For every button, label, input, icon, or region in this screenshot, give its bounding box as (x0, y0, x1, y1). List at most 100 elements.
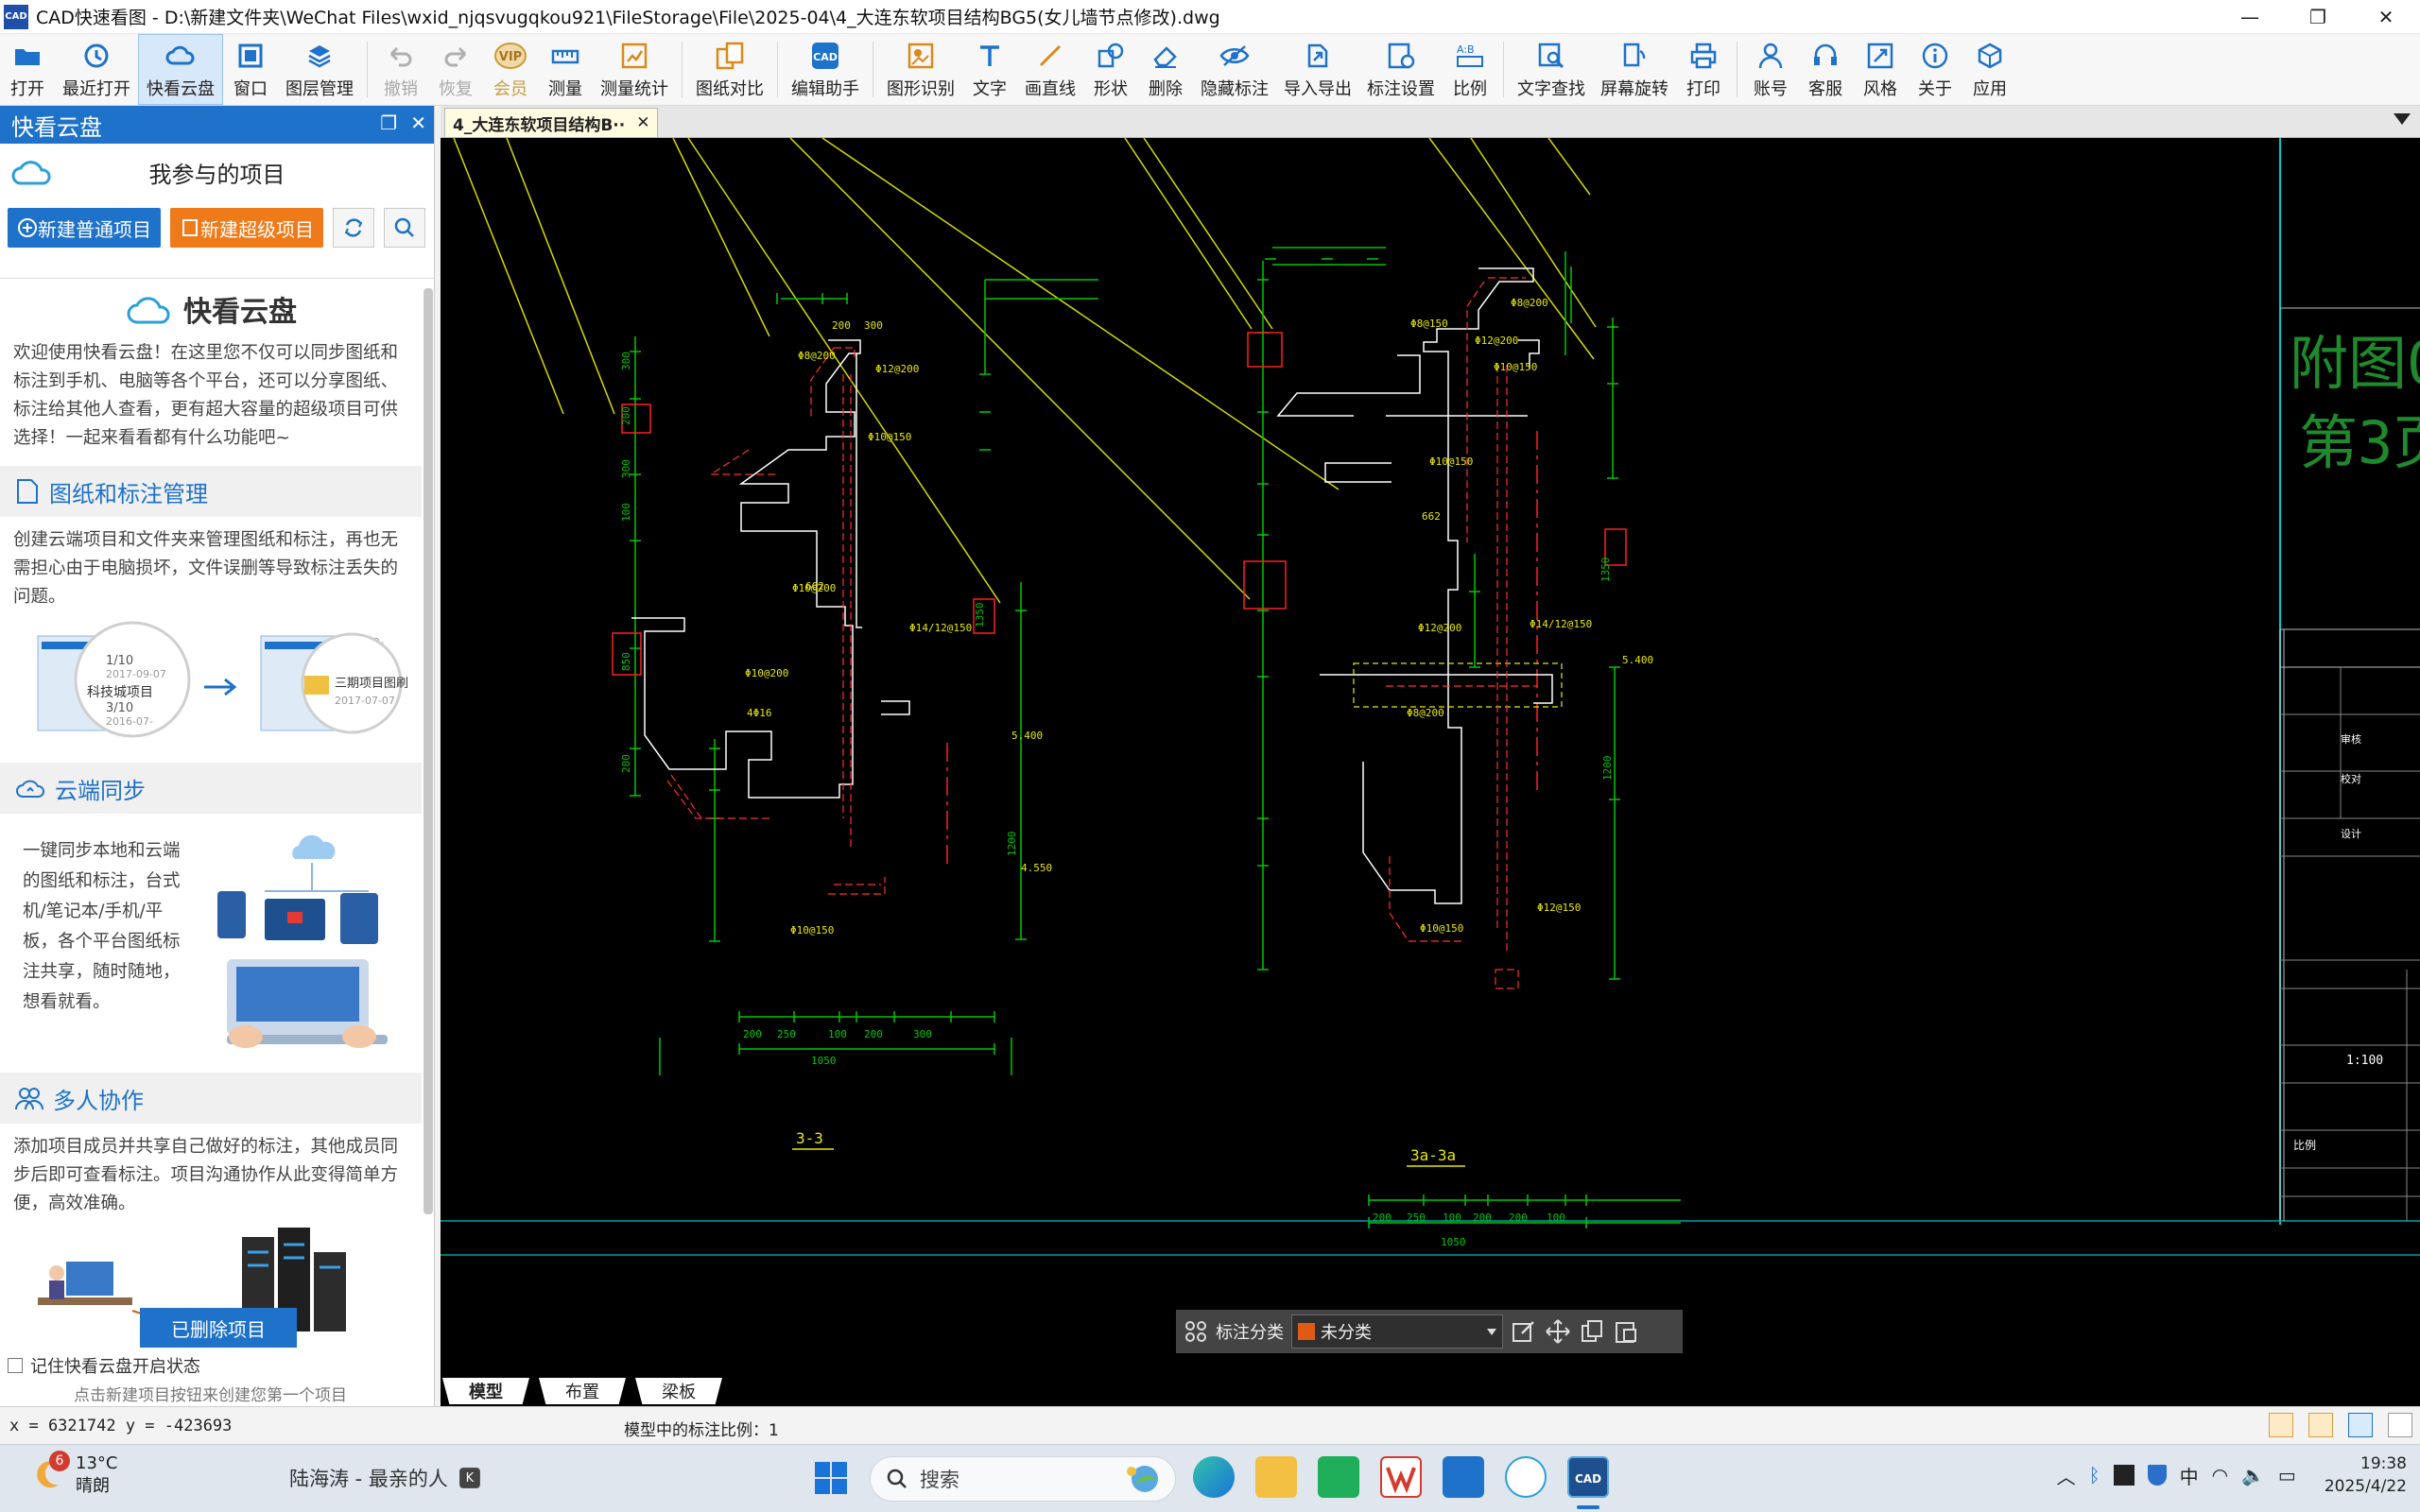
new-normal-project-button[interactable]: 新建普通项目 (8, 208, 161, 248)
close-button[interactable]: ✕ (2352, 0, 2420, 34)
tb-shape-button[interactable]: 形状 (1083, 34, 1138, 105)
document-tab[interactable]: 4_大连东软项目结构B·· ✕ (444, 108, 659, 138)
chevron-up-icon[interactable]: ︿ (2057, 1462, 2076, 1489)
tab-layout[interactable]: 布置 (539, 1378, 626, 1404)
new-super-project-button[interactable]: 新建超级项目 (170, 208, 323, 248)
shape-recognition-icon (905, 40, 937, 72)
move-icon[interactable] (1545, 1318, 1571, 1345)
edit-icon[interactable] (1511, 1318, 1537, 1345)
tb-edit-assistant-button[interactable]: CAD 编辑助手 (784, 34, 867, 105)
file-explorer-icon[interactable] (1255, 1456, 1297, 1498)
tb-delete-button[interactable]: 删除 (1138, 34, 1193, 105)
tb-recent-button[interactable]: 最近打开 (55, 34, 138, 105)
maximize-button[interactable]: ❐ (2284, 0, 2352, 34)
dimension-text: 300 (620, 459, 632, 478)
tb-about-button[interactable]: 关于 (1908, 34, 1962, 105)
copy-icon[interactable] (1579, 1318, 1605, 1345)
drawing-canvas[interactable]: 200 300 Φ8@200 Φ12@200 Φ10@150 Φ14/12@15… (441, 138, 2420, 1378)
taskbar-search[interactable]: 搜索 (870, 1456, 1176, 1502)
edge-icon[interactable] (1193, 1456, 1235, 1498)
section-heading-drawings: 图纸和标注管理 (0, 466, 422, 517)
battery-icon[interactable]: ▭ (2278, 1464, 2296, 1486)
title-block-label: 审核 (2341, 732, 2361, 746)
dingtalk-icon[interactable] (1443, 1456, 1484, 1498)
media-widget[interactable]: 陆海涛 - 最亲的人 K (289, 1464, 480, 1492)
weather-widget[interactable]: 6 13°C 晴朗 (28, 1450, 118, 1498)
tb-print-button[interactable]: 打印 (1676, 34, 1731, 105)
paste-icon[interactable] (1613, 1318, 1639, 1345)
search-button[interactable] (384, 208, 425, 248)
clock[interactable]: 19:38 2025/4/22 (2325, 1452, 2407, 1498)
tb-cloud-button[interactable]: 快看云盘 (138, 34, 223, 105)
tb-layers-button[interactable]: 图层管理 (278, 34, 361, 105)
status-icon-4[interactable] (2388, 1413, 2412, 1437)
rebar-label: Φ12@200 (875, 363, 919, 375)
tb-rotate-screen-button[interactable]: 屏幕旋转 (1593, 34, 1676, 105)
annotation-category-select[interactable]: 未分类 (1291, 1314, 1503, 1349)
tb-label: 屏幕旋转 (1600, 78, 1668, 99)
tb-window-button[interactable]: 窗口 (223, 34, 278, 105)
rebar-label: Φ10@150 (868, 431, 911, 443)
minimize-button[interactable]: — (2216, 0, 2284, 34)
tb-style-button[interactable]: 风格 (1853, 34, 1908, 105)
ime-indicator[interactable]: 中 (2180, 1462, 2199, 1489)
tb-undo-button[interactable]: 撤销 (373, 34, 428, 105)
close-tab-icon[interactable]: ✕ (636, 113, 649, 132)
tb-account-button[interactable]: 账号 (1743, 34, 1798, 105)
status-icon-3[interactable] (2348, 1413, 2373, 1437)
section-text: 添加项目成员并共享自己做好的标注，其他成员同步后即可查看标注。项目沟通协作从此变… (13, 1137, 399, 1213)
tb-text-button[interactable]: 文字 (962, 34, 1017, 105)
tb-line-button[interactable]: 画直线 (1017, 34, 1083, 105)
tb-import-export-button[interactable]: 导入导出 (1276, 34, 1359, 105)
deleted-projects-button[interactable]: 已删除项目 (140, 1308, 297, 1348)
panel-scrollbar[interactable] (424, 288, 433, 1214)
tab-beam-slab[interactable]: 梁板 (635, 1378, 722, 1404)
tb-measure-stats-button[interactable]: 测量统计 (593, 34, 676, 105)
weather-temp: 13°C (76, 1453, 118, 1473)
tab-menu-icon[interactable] (2394, 113, 2411, 125)
grid-icon[interactable] (1184, 1319, 1208, 1344)
tb-text-search-button[interactable]: 文字查找 (1510, 34, 1593, 105)
section-text: 创建云端项目和文件夹来管理图纸和标注，再也无需担心由于电脑损坏，文件误删等导致标… (13, 530, 399, 607)
tb-shape-recognition-button[interactable]: 图形识别 (879, 34, 962, 105)
tab-model[interactable]: 模型 (442, 1378, 529, 1404)
arrow-right-icon (204, 678, 237, 696)
tb-apps-button[interactable]: 应用 (1962, 34, 2017, 105)
tb-hide-annotation-button[interactable]: 隐藏标注 (1193, 34, 1276, 105)
tb-annotation-settings-button[interactable]: 标注设置 (1359, 34, 1443, 105)
weather-desc: 晴朗 (76, 1476, 110, 1496)
remember-state-checkbox[interactable]: 记住快看云盘开启状态 (8, 1353, 200, 1378)
tb-redo-button[interactable]: 恢复 (428, 34, 483, 105)
tb-support-button[interactable]: 客服 (1798, 34, 1853, 105)
bluetooth-icon[interactable]: ᛒ (2089, 1464, 2100, 1486)
tb-compare-button[interactable]: 图纸对比 (688, 34, 771, 105)
taskbar: 6 13°C 晴朗 陆海涛 - 最亲的人 K 搜索 CAD ︿ ᛒ 中 ◠ 🔈 … (0, 1444, 2420, 1512)
checkbox-box[interactable] (8, 1358, 23, 1373)
cad-viewer-taskbar-icon[interactable]: CAD (1567, 1456, 1609, 1498)
sync-button[interactable] (333, 208, 374, 248)
tb-measure-button[interactable]: 测量 (538, 34, 593, 105)
store-icon[interactable] (1318, 1456, 1359, 1498)
restore-panel-icon[interactable]: ❐ (380, 112, 397, 134)
dimension-text: 200 (620, 754, 632, 773)
status-icon-1[interactable] (2269, 1413, 2293, 1437)
nvidia-icon[interactable] (2113, 1465, 2135, 1486)
windows-start-icon[interactable] (813, 1460, 849, 1496)
intro-scroll-area[interactable]: 快看云盘 欢迎使用快看云盘！在这里您不仅可以同步图纸和标注到手机、电脑等各个平台… (0, 278, 435, 1404)
wps-icon[interactable] (1380, 1456, 1422, 1498)
tb-open-button[interactable]: 打开 (0, 34, 55, 105)
now-playing: 陆海涛 - 最亲的人 (289, 1468, 448, 1490)
tb-scale-button[interactable]: A:B 比例 (1443, 34, 1497, 105)
rebar-label: Φ12@200 (1475, 335, 1518, 347)
wifi-icon[interactable]: ◠ (2212, 1464, 2228, 1486)
volume-icon[interactable]: 🔈 (2241, 1464, 2265, 1486)
category-color-swatch (1298, 1323, 1315, 1340)
status-icon-2[interactable] (2308, 1413, 2333, 1437)
security-icon[interactable] (2147, 1465, 2167, 1486)
close-panel-icon[interactable]: ✕ (410, 112, 426, 134)
dimension-text: 662 (805, 580, 824, 593)
tb-vip-button[interactable]: VIP 会员 (483, 34, 538, 105)
drawings-illustration: 1/10 2017-09-07 科技城项目 3/10 2016-07- 2016… (37, 621, 408, 738)
chrome-like-icon[interactable] (1505, 1456, 1547, 1498)
dimension-text: 1200 (1601, 756, 1614, 782)
